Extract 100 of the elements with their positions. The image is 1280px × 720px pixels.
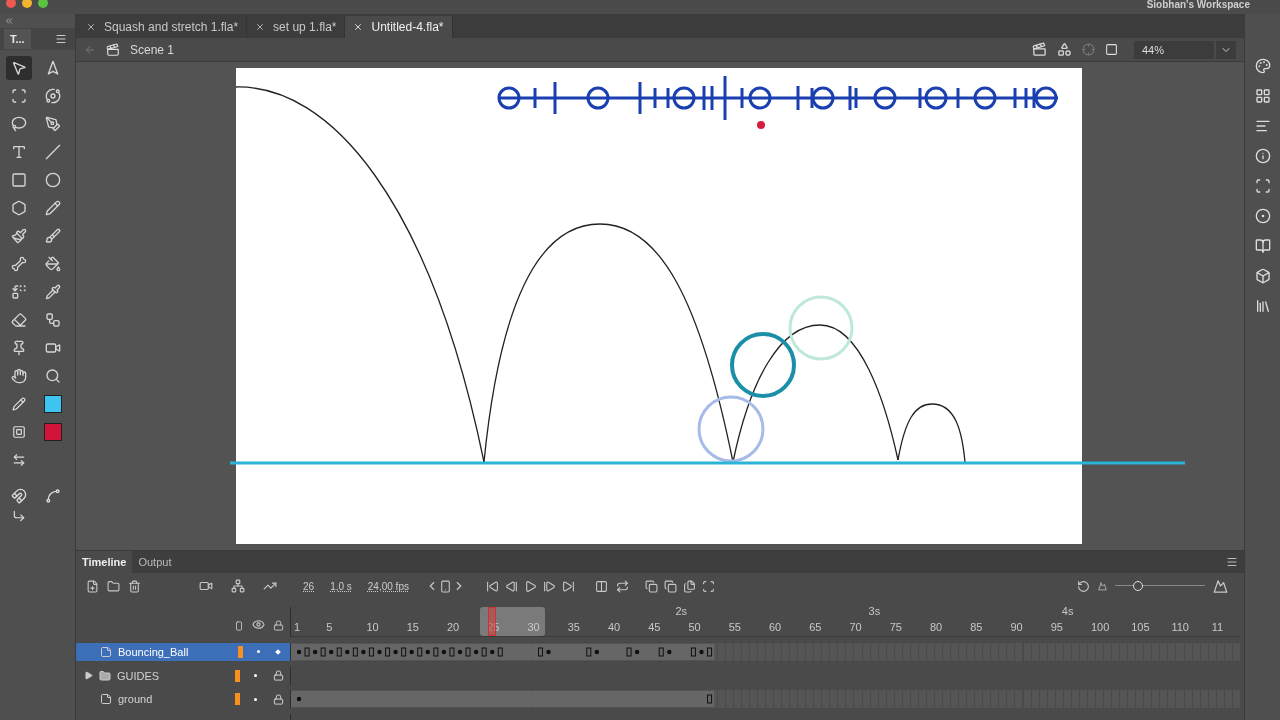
brush-icon [45, 228, 61, 244]
workspace-label[interactable]: Siobhan's Workspace [1146, 0, 1250, 10]
frame-number: 55 [728, 621, 741, 633]
clip-icon[interactable] [1105, 43, 1118, 56]
close-button[interactable] [6, 0, 16, 8]
clapperboard-icon[interactable] [1032, 42, 1047, 57]
tool-button[interactable] [6, 56, 32, 80]
current-frame[interactable]: 26 [303, 580, 315, 592]
color-swatch[interactable] [44, 395, 62, 413]
swap-colors-icon[interactable] [12, 453, 26, 467]
menu-icon[interactable] [1226, 556, 1238, 568]
outline-icon[interactable] [234, 621, 244, 631]
step-back-icon[interactable] [504, 579, 518, 593]
frame-number: 85 [970, 621, 983, 633]
elapsed-time[interactable]: 1,0 s [330, 580, 352, 592]
transform-icon[interactable] [1254, 178, 1271, 194]
dots-icon[interactable] [1254, 208, 1271, 224]
book-icon[interactable] [1254, 238, 1271, 254]
frame-number: 80 [929, 621, 943, 633]
eye-icon[interactable] [252, 618, 265, 631]
play-icon[interactable] [523, 579, 537, 593]
trash-icon[interactable] [128, 579, 141, 593]
library-icon[interactable] [1254, 298, 1271, 314]
document-tab[interactable]: Untitled-4.fla* [345, 16, 453, 38]
color-swatch[interactable] [44, 423, 62, 441]
frame-rate[interactable]: 24,00 fps [367, 580, 409, 592]
close-icon[interactable] [255, 22, 266, 32]
frame-number: 35 [567, 621, 580, 633]
layer-name[interactable]: GUIDES [117, 669, 229, 682]
align-icon[interactable] [1254, 118, 1271, 134]
pen-icon [45, 116, 61, 132]
zoom-dropdown[interactable] [1216, 40, 1236, 59]
multiple-frames-icon[interactable] [682, 579, 696, 593]
frame-track[interactable] [291, 690, 1240, 709]
expand-icon[interactable] [84, 671, 93, 681]
visible-dot[interactable] [257, 650, 260, 654]
frame-number: 5 [326, 621, 333, 633]
visible-dot[interactable] [254, 674, 257, 678]
cube-icon[interactable] [1254, 268, 1271, 284]
close-icon[interactable] [86, 22, 96, 32]
frame-number: 40 [607, 621, 621, 633]
close-icon[interactable] [353, 22, 364, 32]
shapes-icon[interactable] [1057, 42, 1072, 57]
layer-row[interactable]: ground [76, 690, 291, 709]
first-frame-icon[interactable] [485, 579, 499, 593]
magnet-icon[interactable] [11, 488, 27, 504]
eyedropper-icon [45, 284, 61, 300]
info-icon[interactable] [1254, 148, 1271, 164]
palette-icon[interactable] [1254, 58, 1271, 74]
frame-number: 105 [1131, 621, 1150, 633]
small-mountain-icon[interactable] [1098, 581, 1107, 591]
menu-icon[interactable] [55, 33, 67, 45]
last-frame-icon[interactable] [561, 579, 575, 593]
lock-icon[interactable] [273, 693, 284, 705]
hand-icon [11, 368, 27, 384]
onion-outline-icon[interactable] [663, 579, 677, 593]
pencil-icon[interactable] [12, 397, 26, 411]
layer-color[interactable] [238, 645, 243, 658]
large-mountain-icon[interactable] [1213, 578, 1228, 594]
new-layer-icon[interactable] [86, 579, 99, 593]
selected-range [480, 607, 545, 636]
eraser-icon [11, 312, 27, 328]
layer-row[interactable]: GUIDES [76, 666, 291, 685]
layer-row[interactable]: Bouncing_Ball [76, 642, 291, 661]
fill-icon[interactable] [12, 425, 26, 439]
step-forward-icon[interactable] [542, 579, 556, 593]
center-frame-icon[interactable] [594, 579, 608, 593]
frame-number: 75 [889, 621, 902, 633]
zoom-button[interactable] [38, 0, 48, 8]
panel-title[interactable]: T... [4, 29, 31, 49]
hierarchy-icon[interactable] [231, 579, 245, 593]
layer-color[interactable] [235, 669, 240, 682]
panel-tab[interactable]: Timeline [76, 551, 133, 573]
lock-icon[interactable] [273, 670, 284, 682]
layer-name[interactable]: Bouncing_Ball [118, 645, 232, 658]
grid-icon[interactable] [1254, 88, 1271, 104]
nodes-icon [45, 312, 61, 328]
ball-outline [697, 395, 765, 463]
folder-icon [99, 669, 111, 682]
slider-thumb[interactable] [1132, 581, 1143, 591]
bone-icon [11, 256, 27, 272]
markers-icon[interactable] [701, 579, 715, 593]
loop-icon[interactable] [615, 579, 629, 593]
reset-icon[interactable] [1077, 579, 1090, 593]
minimize-button[interactable] [22, 0, 32, 8]
straighten-icon[interactable] [12, 509, 26, 523]
zoom-slider[interactable] [1115, 581, 1205, 591]
layer-name[interactable]: ground [118, 693, 229, 706]
camera-icon[interactable] [199, 579, 213, 593]
keyframe-icon[interactable] [438, 579, 452, 593]
frame-number: 110 [1171, 621, 1189, 633]
clapperboard-icon [106, 42, 120, 57]
lock-icon[interactable] [273, 620, 284, 631]
visible-dot[interactable] [254, 697, 257, 701]
onion-skin-icon[interactable] [644, 579, 658, 593]
folder-icon[interactable] [107, 579, 120, 593]
layer-color[interactable] [235, 693, 240, 706]
paint-bucket-icon [45, 256, 61, 272]
zoom-field[interactable]: 44% [1134, 40, 1214, 59]
smooth-icon[interactable] [45, 488, 61, 504]
